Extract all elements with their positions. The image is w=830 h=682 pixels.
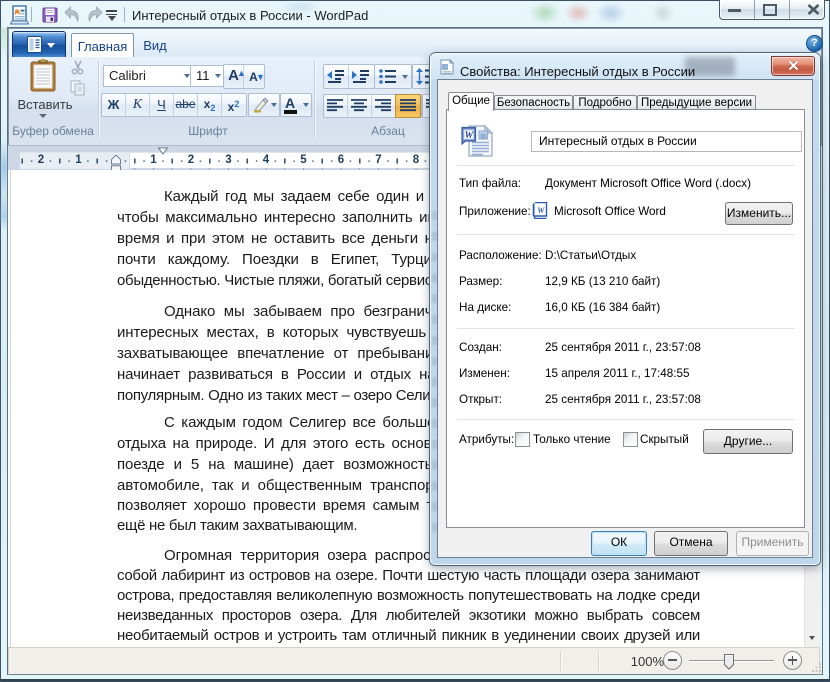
svg-text:W: W (465, 131, 474, 141)
svg-text:W: W (537, 206, 545, 215)
